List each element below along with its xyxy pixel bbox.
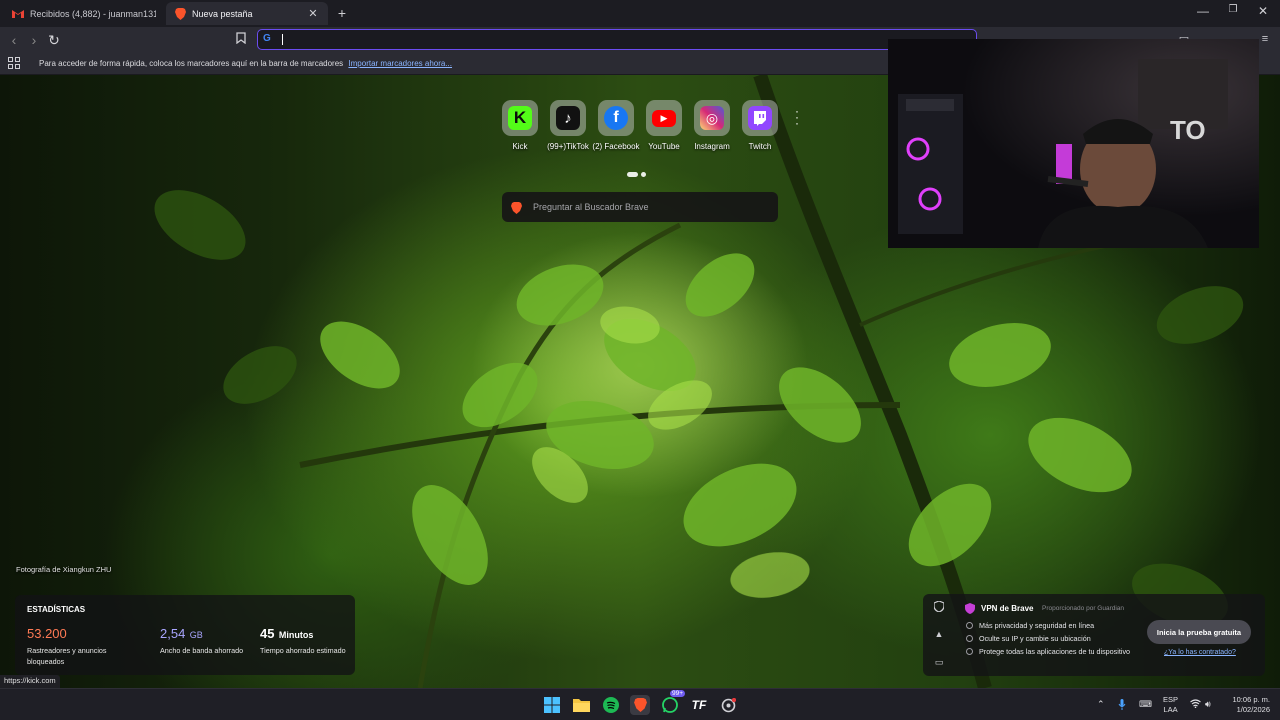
brave-search-input[interactable]	[533, 202, 753, 212]
language-indicator[interactable]: ESP LAA	[1163, 695, 1178, 715]
stat-unit: Minutos	[278, 630, 314, 640]
tab-title: Nueva pestaña	[192, 8, 253, 19]
check-icon	[966, 648, 973, 655]
instagram-icon: ◎	[700, 106, 724, 130]
brave-lion-icon	[511, 201, 523, 214]
stat-trackers: 53.200 Rastreadores y anuncios bloqueado…	[27, 625, 117, 667]
shortcut-pager	[627, 164, 649, 182]
pager-dot[interactable]	[641, 172, 646, 177]
youtube-icon: ▶	[652, 109, 676, 127]
import-bookmarks-link[interactable]: Importar marcadores ahora...	[348, 59, 452, 68]
vpn-feature: Protege todas las aplicaciones de tu dis…	[979, 647, 1131, 656]
brave-search-box[interactable]	[502, 192, 778, 222]
address-input[interactable]	[280, 32, 880, 46]
stat-description: Rastreadores y anuncios bloqueados	[27, 646, 107, 666]
close-tab-icon[interactable]: ✕	[306, 7, 320, 20]
shortcut-tile: ♪	[550, 100, 586, 136]
stat-description: Tiempo ahorrado estimado	[260, 646, 346, 655]
minimize-icon[interactable]: —	[1188, 4, 1218, 18]
bookmark-icon[interactable]	[234, 32, 248, 46]
whatsapp-badge: 99+	[670, 690, 686, 697]
tf-app-icon[interactable]: TF	[689, 695, 709, 715]
apps-grid-icon[interactable]	[8, 57, 20, 69]
bookmarks-hint: Para acceder de forma rápida, coloca los…	[39, 59, 344, 68]
stat-unit: GB	[189, 630, 203, 640]
language-code: ESP	[1163, 695, 1179, 704]
menu-icon[interactable]: ≡	[1258, 32, 1272, 46]
card-icon[interactable]: ▭	[933, 657, 945, 669]
address-bar[interactable]: G	[257, 29, 977, 50]
photo-credit[interactable]: Fotografía de Xiangkun ZHU	[16, 565, 111, 574]
status-url: https://kick.com	[0, 675, 60, 688]
stat-value: 53.200	[27, 626, 67, 641]
kick-icon: K	[508, 106, 532, 130]
stat-bandwidth: 2,54 GB Ancho de banda ahorrado	[160, 625, 250, 657]
tray-overflow-icon[interactable]: ⌃	[1097, 699, 1105, 710]
stats-widget: ESTADÍSTICAS 53.200 Rastreadores y anunc…	[15, 595, 355, 675]
tab-new-tab[interactable]: Nueva pestaña ✕	[166, 2, 328, 25]
stat-time: 45 Minutos Tiempo ahorrado estimado	[260, 625, 350, 657]
webcam-feed: TO	[888, 39, 1259, 248]
brave-vpn-icon	[965, 603, 975, 614]
back-icon[interactable]: ‹	[6, 32, 22, 48]
webcam-overlay: TO	[888, 39, 1259, 248]
vpn-feature: Oculte su IP y cambie su ubicación	[979, 634, 1091, 643]
new-tab-button[interactable]: +	[334, 5, 350, 21]
stat-value: 2,54	[160, 626, 186, 641]
svg-text:TO: TO	[1170, 115, 1206, 145]
vpn-widget: VPN de Brave Proporcionado por Guardian …	[955, 594, 1265, 676]
bookmarks-bar-message: Para acceder de forma rápida, coloca los…	[39, 59, 452, 68]
shortcut-tile	[742, 100, 778, 136]
volume-icon[interactable]: 🔊︎	[1205, 699, 1211, 710]
tiktok-icon: ♪	[556, 106, 580, 130]
keyboard-icon[interactable]: ⌨	[1139, 699, 1152, 710]
windows-start-icon[interactable]	[542, 695, 562, 715]
clock-date: 1/02/2026	[1236, 705, 1270, 714]
reload-icon[interactable]: ↻	[46, 32, 62, 48]
start-trial-button[interactable]: Inicia la prueba gratuita	[1147, 620, 1251, 644]
file-explorer-icon[interactable]	[571, 695, 591, 715]
gmail-icon	[12, 8, 24, 20]
settings-app-icon[interactable]	[718, 695, 738, 715]
check-icon	[966, 622, 973, 629]
tab-title: Recibidos (4,882) - juanman131129...	[30, 8, 156, 19]
triangle-icon[interactable]: ▲	[933, 629, 945, 641]
forward-icon[interactable]: ›	[26, 32, 42, 48]
tab-strip: Recibidos (4,882) - juanman131129... Nue…	[0, 0, 1280, 27]
google-icon: G	[263, 33, 271, 44]
tab-gmail[interactable]: Recibidos (4,882) - juanman131129...	[4, 2, 164, 25]
vpn-feature: Más privacidad y seguridad en línea	[979, 621, 1095, 630]
widget-switcher: ▲ ▭	[923, 594, 955, 676]
window-close-icon[interactable]: ✕	[1248, 4, 1278, 18]
stat-value: 45	[260, 626, 275, 641]
restore-icon[interactable]: ❐	[1218, 4, 1248, 15]
system-clock[interactable]: 10:06 p. m. 1/02/2026	[1222, 695, 1270, 715]
shortcut-label: Twitch	[748, 142, 772, 151]
stat-description: Ancho de banda ahorrado	[160, 646, 244, 655]
brave-taskbar-icon[interactable]	[630, 695, 650, 715]
check-icon	[966, 635, 973, 642]
facebook-icon: f	[604, 106, 628, 130]
already-subscribed-link[interactable]: ¿Ya lo has contratado?	[1164, 649, 1236, 656]
shortcut-tile: ▶	[646, 100, 682, 136]
whatsapp-icon[interactable]: 99+	[660, 690, 686, 715]
brave-lion-icon	[174, 7, 186, 20]
vpn-shield-icon[interactable]	[933, 600, 945, 613]
taskbar: 99+ TF ⌃ ⌨ ESP LAA 🔊︎ 10:06 p. m. 1/02/2…	[0, 688, 1280, 720]
vpn-provider: Proporcionado por Guardian	[1042, 605, 1125, 612]
microphone-icon[interactable]	[1118, 699, 1126, 712]
shortcut-tile: f	[598, 100, 634, 136]
twitch-icon	[748, 106, 772, 130]
clock-time: 10:06 p. m.	[1232, 695, 1270, 704]
pager-dot-active[interactable]	[627, 172, 638, 177]
shortcut-twitch[interactable]: Twitch	[738, 100, 782, 151]
more-options-icon[interactable]: · · ·	[794, 105, 800, 129]
vpn-title: VPN de Brave	[981, 604, 1034, 613]
wifi-icon[interactable]	[1190, 699, 1201, 710]
keyboard-layout: LAA	[1163, 705, 1178, 714]
spotify-icon[interactable]	[601, 695, 621, 715]
shortcut-tile: ◎	[694, 100, 730, 136]
stats-heading: ESTADÍSTICAS	[27, 605, 86, 614]
shortcut-tile: K	[502, 100, 538, 136]
